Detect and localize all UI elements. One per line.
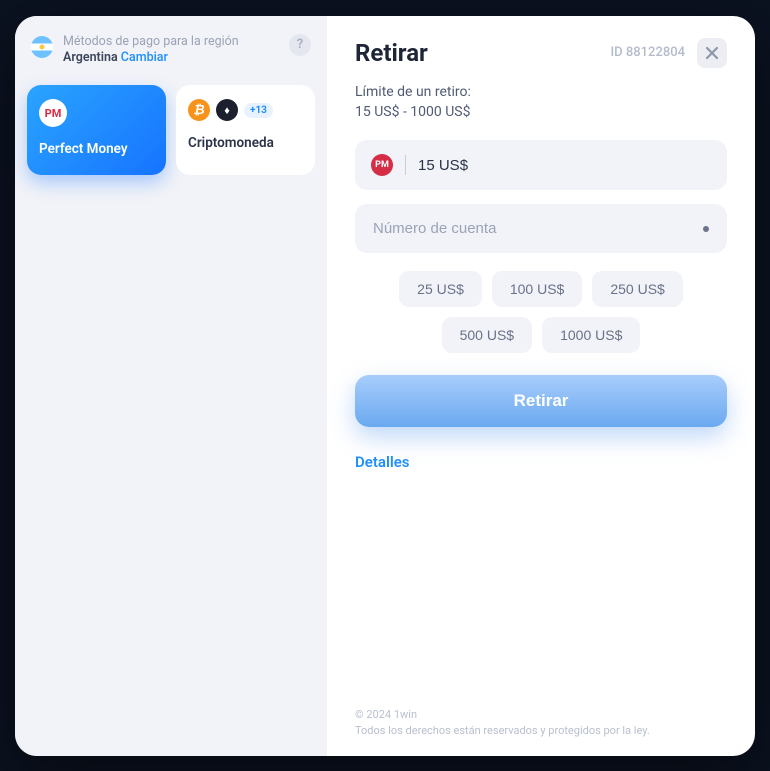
transaction-id: ID 88122804 bbox=[610, 45, 685, 60]
footer: © 2024 1win Todos los derechos están res… bbox=[355, 687, 727, 740]
payment-methods: PM Perfect Money ₿ ♦ +13 Criptomoneda bbox=[27, 85, 315, 175]
account-field[interactable] bbox=[355, 204, 727, 253]
amount-input[interactable] bbox=[418, 157, 711, 174]
close-icon bbox=[706, 47, 718, 59]
amount-field[interactable]: PM bbox=[355, 140, 727, 190]
chip-250[interactable]: 250 US$ bbox=[592, 271, 682, 307]
withdraw-button[interactable]: Retirar bbox=[355, 375, 727, 427]
left-panel: Métodos de pago para la región Argentina… bbox=[15, 16, 327, 756]
region-selector: Métodos de pago para la región Argentina… bbox=[27, 34, 315, 86]
page-title: Retirar bbox=[355, 39, 428, 67]
account-input[interactable] bbox=[373, 220, 703, 237]
dot-icon bbox=[703, 226, 709, 232]
chip-100[interactable]: 100 US$ bbox=[492, 271, 582, 307]
argentina-flag-icon bbox=[31, 36, 53, 58]
chip-500[interactable]: 500 US$ bbox=[442, 317, 532, 353]
separator bbox=[405, 155, 406, 175]
region-change-link[interactable]: Cambiar bbox=[121, 50, 168, 65]
method-label: Criptomoneda bbox=[188, 135, 303, 151]
method-crypto[interactable]: ₿ ♦ +13 Criptomoneda bbox=[176, 85, 315, 175]
withdraw-modal: Métodos de pago para la región Argentina… bbox=[15, 16, 755, 756]
method-perfect-money[interactable]: PM Perfect Money bbox=[27, 85, 166, 175]
region-text: Métodos de pago para la región Argentina… bbox=[63, 34, 279, 68]
footer-legal: Todos los derechos están reservados y pr… bbox=[355, 723, 727, 740]
perfect-money-icon: PM bbox=[371, 154, 393, 176]
help-icon[interactable]: ? bbox=[289, 34, 311, 56]
crypto-extra-badge: +13 bbox=[244, 103, 273, 118]
ethereum-icon: ♦ bbox=[216, 99, 238, 121]
header-row: Retirar ID 88122804 bbox=[355, 38, 727, 68]
footer-copyright: © 2024 1win bbox=[355, 707, 727, 724]
details-link[interactable]: Detalles bbox=[355, 453, 410, 471]
chip-25[interactable]: 25 US$ bbox=[399, 271, 482, 307]
bitcoin-icon: ₿ bbox=[188, 99, 210, 121]
withdraw-limits: Límite de un retiro: 15 US$ - 1000 US$ bbox=[355, 82, 727, 123]
method-label: Perfect Money bbox=[39, 141, 154, 157]
right-panel: Retirar ID 88122804 Límite de un retiro:… bbox=[327, 16, 755, 756]
perfect-money-icon: PM bbox=[39, 99, 67, 127]
region-label: Métodos de pago para la región bbox=[63, 34, 279, 51]
chip-1000[interactable]: 1000 US$ bbox=[542, 317, 640, 353]
region-country: Argentina bbox=[63, 50, 118, 65]
close-button[interactable] bbox=[697, 38, 727, 68]
quick-amount-chips: 25 US$ 100 US$ 250 US$ 500 US$ 1000 US$ bbox=[355, 271, 727, 353]
